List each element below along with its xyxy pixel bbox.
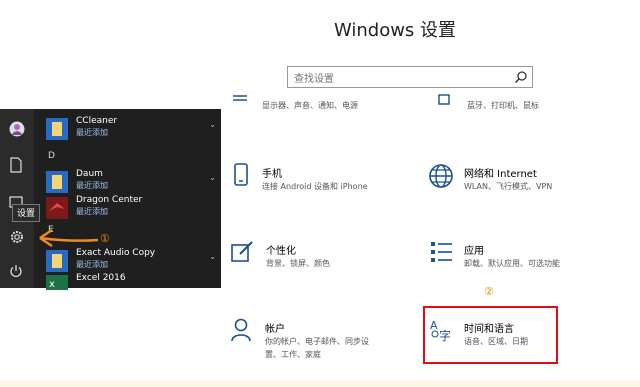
page-title: Windows 设置	[333, 20, 457, 41]
app-name: Excel 2016	[76, 273, 126, 283]
app-item-daum[interactable]: Daum 最近添加 ⌄	[46, 169, 216, 195]
system-icon[interactable]	[231, 92, 249, 104]
tile-phone[interactable]: 手机 连接 Android 设备和 iPhone	[232, 163, 412, 223]
app-sub: 最近添加	[76, 181, 108, 190]
tile-network[interactable]: 网络和 Internet WLAN、飞行模式、VPN	[428, 163, 608, 223]
tile-desc: 连接 Android 设备和 iPhone	[262, 182, 368, 191]
app-tile-icon: x	[46, 275, 68, 290]
tile-title: 网络和 Internet	[464, 169, 537, 180]
start-rail	[0, 109, 34, 288]
gear-icon[interactable]	[9, 229, 25, 245]
personalization-icon	[231, 241, 253, 262]
app-name: CCleaner	[76, 116, 118, 126]
tile-desc-line2: 置、工作、家庭	[265, 350, 321, 359]
app-tile-icon	[46, 250, 68, 272]
tile-title: 帐户	[265, 324, 285, 335]
search-icon[interactable]	[514, 70, 528, 84]
folder-icon	[52, 122, 62, 136]
app-item-ccleaner[interactable]: CCleaner 最近添加 ⌄	[46, 116, 216, 142]
tile-desc: WLAN、飞行模式、VPN	[464, 182, 553, 191]
app-sub: 最近添加	[76, 128, 108, 137]
app-item-exact-audio-copy[interactable]: Exact Audio Copy 最近添加 ⌄	[46, 248, 216, 274]
marker-2: ②	[484, 285, 494, 298]
apps-icon	[431, 242, 452, 262]
svg-text:x: x	[49, 279, 55, 290]
folder-icon	[52, 254, 62, 268]
tile-title: 应用	[464, 246, 484, 257]
highlight-box	[423, 306, 558, 364]
tile-desc-line1: 你的帐户、电子邮件、同步设	[265, 337, 369, 346]
chevron-down-icon[interactable]: ⌄	[209, 120, 216, 129]
system-desc[interactable]: 显示器、声音、通知、电源	[262, 100, 358, 111]
phone-icon	[234, 163, 248, 186]
tile-apps[interactable]: 应用 卸载、默认应用、可选功能	[430, 240, 610, 300]
annotation-arrow	[39, 228, 99, 248]
tile-title: 手机	[262, 169, 282, 180]
app-tile-icon	[46, 118, 68, 140]
devices-icon[interactable]	[437, 92, 451, 106]
start-menu: CCleaner 最近添加 ⌄ D Daum 最近添加 ⌄ Dragon Cen…	[0, 109, 221, 290]
devices-desc[interactable]: 蓝牙、打印机、鼠标	[467, 100, 539, 111]
app-tile-icon	[46, 171, 68, 193]
folder-icon	[52, 175, 62, 189]
letter-header-d[interactable]: D	[48, 151, 55, 161]
power-icon[interactable]	[9, 264, 23, 278]
chevron-down-icon[interactable]: ⌄	[209, 173, 216, 182]
app-name: Daum	[76, 169, 103, 179]
excel-icon: x	[49, 279, 55, 290]
account-icon	[231, 318, 251, 342]
tile-desc: 背景、锁屏、颜色	[266, 259, 330, 268]
document-icon[interactable]	[9, 157, 23, 173]
tile-title: 个性化	[266, 246, 296, 257]
app-item-excel[interactable]: x Excel 2016	[46, 273, 216, 299]
globe-icon	[429, 164, 453, 188]
marker-1: ①	[100, 232, 110, 245]
app-sub: 最近添加	[76, 260, 108, 269]
search-input[interactable]	[292, 69, 506, 90]
search-box[interactable]	[287, 66, 533, 90]
chevron-down-icon[interactable]: ⌄	[209, 252, 216, 261]
tile-account[interactable]: 帐户 你的帐户、电子邮件、同步设 置、工作、家庭	[231, 318, 411, 378]
app-name: Dragon Center	[76, 195, 143, 205]
user-avatar-icon[interactable]	[9, 121, 25, 137]
tile-desc: 卸载、默认应用、可选功能	[464, 259, 560, 268]
tile-personalization[interactable]: 个性化 背景、锁屏、颜色	[230, 240, 410, 300]
